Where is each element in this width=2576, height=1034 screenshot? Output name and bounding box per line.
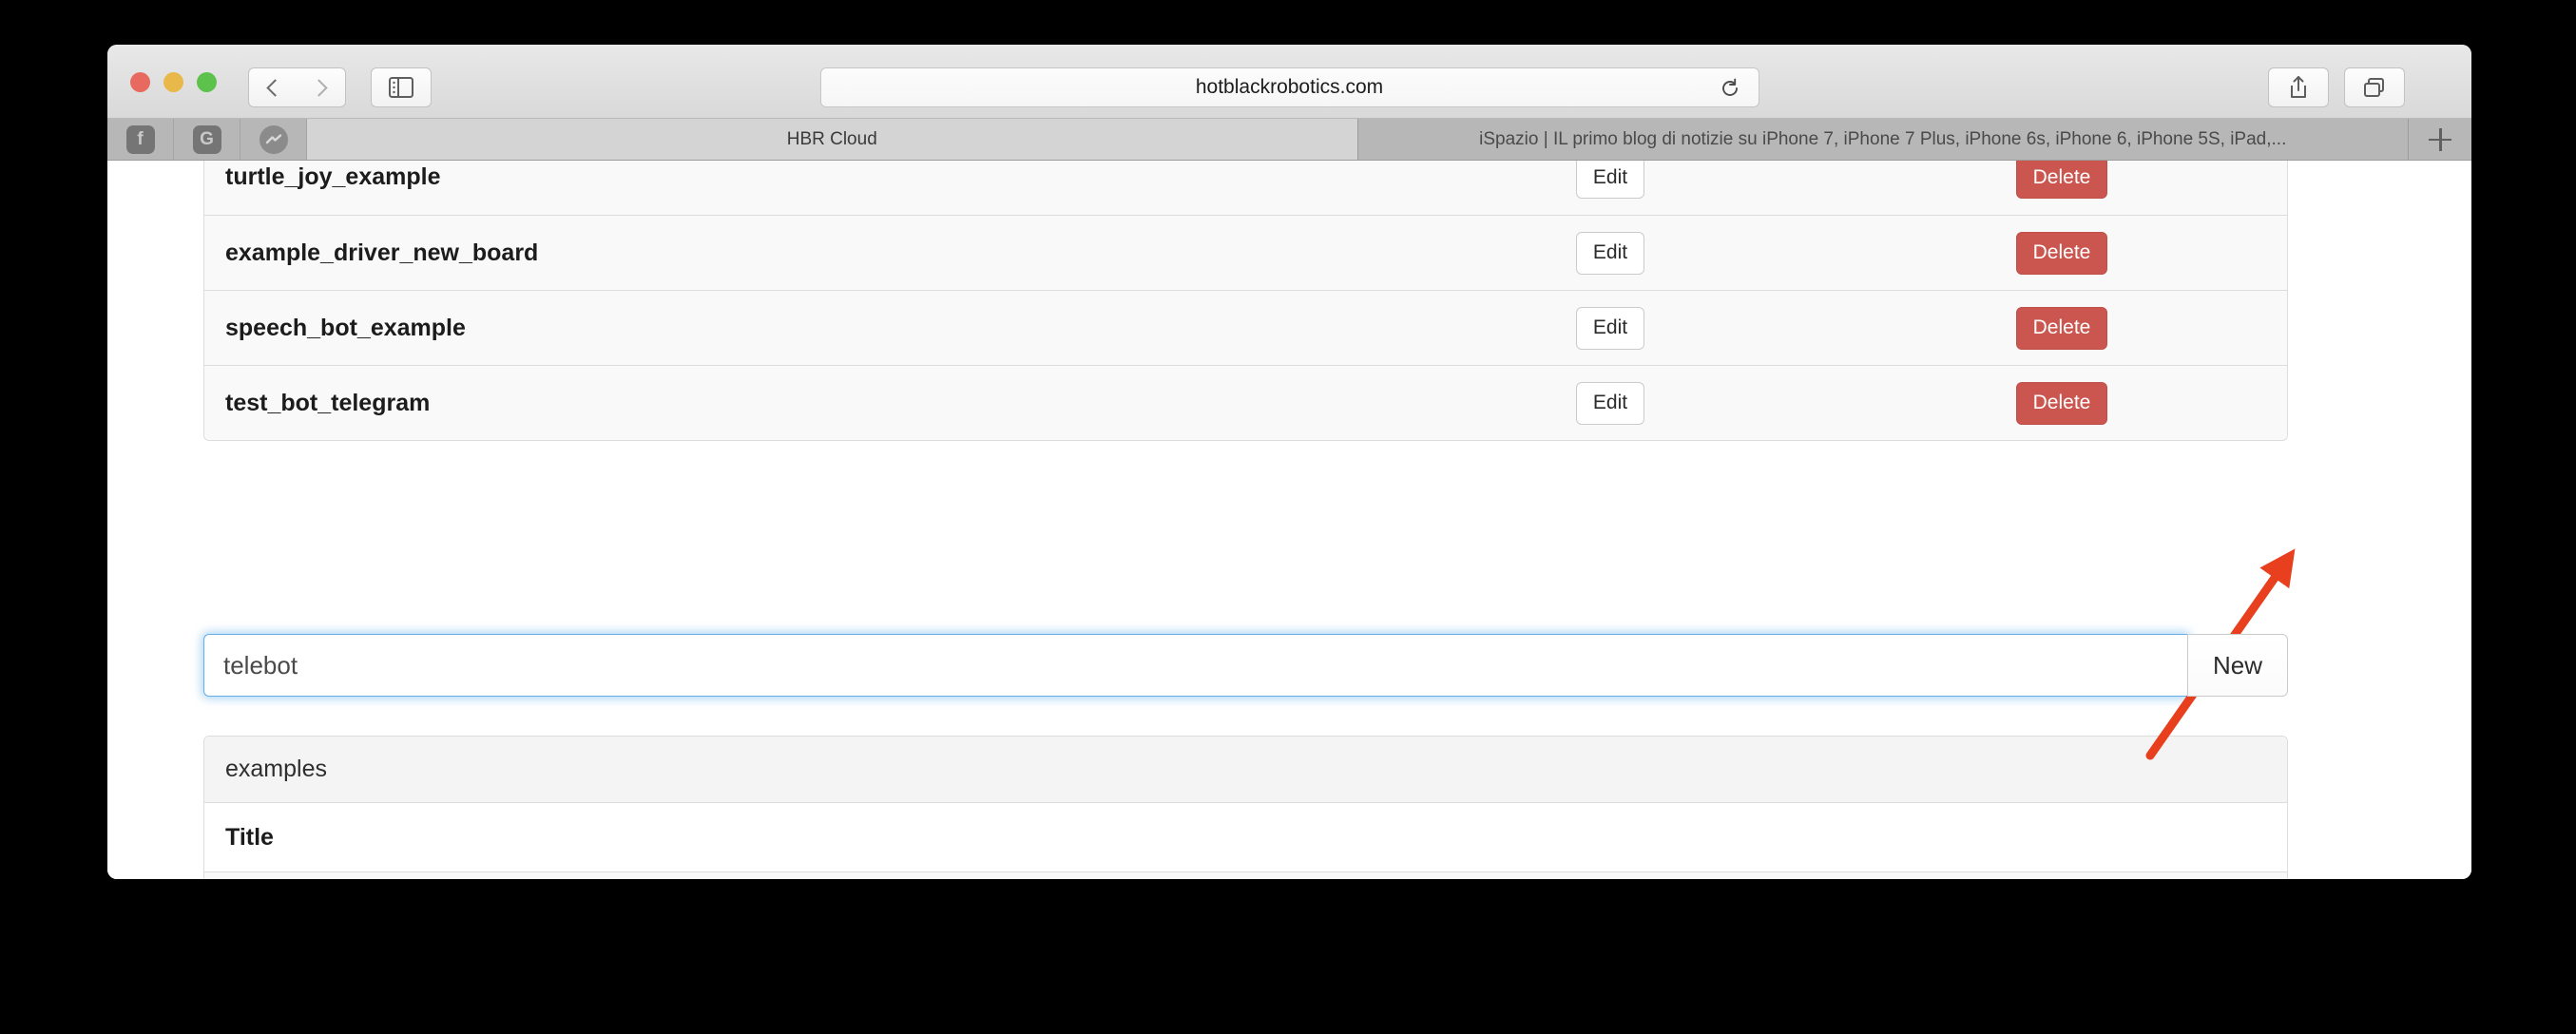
share-button[interactable] (2268, 67, 2329, 107)
table-row: test_bot_telegram Edit Delete (204, 365, 2287, 440)
row-title: test_bot_telegram (225, 390, 430, 417)
browser-window: hotblackrobotics.com f (107, 45, 2471, 879)
column-header-title: Title (225, 824, 274, 852)
tab-ispazio[interactable]: iSpazio | IL primo blog di notizie su iP… (1358, 119, 2410, 160)
table-row: example_driver_new_board Edit Delete (204, 215, 2287, 290)
delete-button[interactable]: Delete (2016, 307, 2108, 350)
pinned-tab-messenger[interactable] (240, 119, 307, 160)
edit-button[interactable]: Edit (1576, 307, 1644, 350)
examples-column-header: Title (204, 803, 2287, 871)
chevron-right-icon (310, 79, 327, 96)
minimize-window-button[interactable] (163, 72, 183, 92)
window-controls (130, 72, 217, 92)
row-title: turtle_joy_example (225, 163, 441, 191)
sidebar-icon (389, 77, 413, 98)
examples-heading: examples (204, 737, 2287, 803)
row-title: example_driver_new_board (225, 239, 538, 267)
delete-button[interactable]: Delete (2016, 232, 2108, 275)
tab-bar: f G HBR Cloud iSpazio | IL primo blog di… (107, 119, 2471, 161)
plus-icon (2429, 128, 2451, 151)
tabs-overview-button[interactable] (2344, 67, 2405, 107)
edit-button[interactable]: Edit (1576, 382, 1644, 425)
share-icon (2288, 75, 2309, 100)
google-icon: G (193, 125, 221, 154)
list-item: example_driver View Clone 77 (204, 871, 2287, 879)
deployments-table: turtle_joy_example Edit Delete example_d… (203, 161, 2288, 441)
facebook-icon: f (126, 125, 155, 154)
forward-button[interactable] (297, 67, 346, 107)
table-row: speech_bot_example Edit Delete (204, 290, 2287, 365)
address-bar[interactable]: hotblackrobotics.com (820, 67, 1759, 107)
edit-button[interactable]: Edit (1576, 161, 1644, 199)
maximize-window-button[interactable] (197, 72, 217, 92)
new-button[interactable]: New (2187, 634, 2288, 697)
delete-button[interactable]: Delete (2016, 161, 2108, 199)
sidebar-toggle-button[interactable] (371, 67, 432, 107)
new-deployment-form: New (203, 634, 2288, 697)
pinned-tab-google[interactable]: G (174, 119, 240, 160)
close-window-button[interactable] (130, 72, 150, 92)
table-row: turtle_joy_example Edit Delete (204, 161, 2287, 215)
tab-hbr-cloud[interactable]: HBR Cloud (307, 119, 1358, 160)
edit-button[interactable]: Edit (1576, 232, 1644, 275)
reload-icon[interactable] (1719, 77, 1741, 105)
deployment-name-input[interactable] (203, 634, 2187, 697)
browser-toolbar: hotblackrobotics.com (107, 45, 2471, 119)
row-title: speech_bot_example (225, 315, 466, 342)
messenger-icon (260, 125, 288, 154)
delete-button[interactable]: Delete (2016, 382, 2108, 425)
examples-panel: examples Title example_driver View Clone… (203, 736, 2288, 879)
back-button[interactable] (248, 67, 298, 107)
tabs-overview-icon (2362, 76, 2387, 99)
pinned-tab-facebook[interactable]: f (107, 119, 174, 160)
page-content: turtle_joy_example Edit Delete example_d… (107, 161, 2471, 879)
chevron-left-icon (266, 79, 283, 96)
new-tab-button[interactable] (2409, 119, 2471, 160)
url-text: hotblackrobotics.com (1196, 76, 1383, 99)
